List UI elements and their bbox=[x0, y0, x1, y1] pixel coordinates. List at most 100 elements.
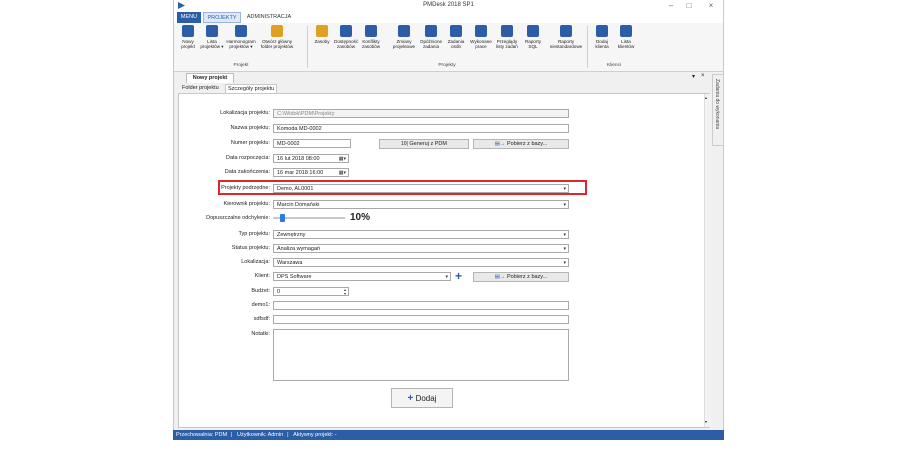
tab-administracja[interactable]: ADMINISTRACJA bbox=[244, 12, 294, 23]
status-bar: Przechowalnia: PDM | Użytkownik: Admin | A… bbox=[173, 430, 724, 440]
availability-icon bbox=[340, 25, 352, 37]
vertical-scrollbar[interactable]: ▴ ▾ bbox=[704, 94, 711, 427]
odchylenie-slider-thumb[interactable] bbox=[280, 214, 285, 222]
label-dopuszczalne-odchylenie: Dopuszczalne odchylenie: bbox=[206, 215, 270, 221]
klient-select[interactable]: DPS Software ▾ bbox=[273, 272, 451, 281]
sql-report-icon bbox=[527, 25, 539, 37]
ribbon-button-2[interactable]: Harmonogram projektów ▾ bbox=[224, 25, 258, 49]
sub-tabs: Folder projektu Szczegóły projektu bbox=[178, 83, 709, 94]
lokalizacja-select[interactable]: Warszawa ▾ bbox=[273, 258, 569, 267]
project-details-panel: Lokalizacja projektu: C:\Widok\PDM\Proje… bbox=[178, 93, 711, 428]
ribbon-button-label: Raporty niestandardowe bbox=[549, 39, 583, 49]
status-uzytkownik: Użytkownik: Admin bbox=[237, 432, 284, 438]
app-window: PMDesk 2018 SP1 – □ × MENU PROJEKTY ADMI… bbox=[173, 0, 724, 440]
zadania-dock-label: Zadania do wykonania bbox=[714, 79, 720, 130]
list-icon bbox=[206, 25, 218, 37]
add-client-plus-icon[interactable]: + bbox=[455, 269, 462, 283]
maximize-button[interactable]: □ bbox=[682, 1, 696, 11]
label-budzet: Budżet: bbox=[251, 288, 270, 294]
ribbon-button-label: Konflikty zasobów bbox=[361, 39, 381, 49]
tab-close-icon[interactable]: × bbox=[701, 73, 705, 79]
label-notatki: Notatki: bbox=[251, 331, 270, 337]
notatki-textarea[interactable] bbox=[273, 329, 569, 381]
generuj-z-pdm-button[interactable]: 10| Generuj z PDM bbox=[379, 139, 469, 149]
data-zakonczenia-picker[interactable]: 16 mar 2018 16:00 ▦▾ bbox=[273, 168, 349, 177]
lokalizacja-projektu-field: C:\Widok\PDM\Projekty bbox=[273, 109, 569, 118]
database-icon: ▤→ bbox=[494, 274, 506, 280]
budzet-stepper[interactable]: 0 ▴ ▾ bbox=[273, 287, 349, 296]
calendar-dropdown-icon[interactable]: ▦▾ bbox=[339, 169, 346, 177]
label-kierownik-projektu: Kierownik projektu: bbox=[223, 201, 270, 207]
ribbon-button-label: Dodaj klienta bbox=[595, 39, 609, 49]
sdfsdf-input[interactable] bbox=[273, 315, 569, 324]
close-button[interactable]: × bbox=[704, 1, 718, 11]
tab-menu[interactable]: MENU bbox=[177, 12, 201, 23]
label-data-rozpoczecia: Data rozpoczęcia: bbox=[225, 155, 270, 161]
odchylenie-slider-track[interactable] bbox=[273, 214, 345, 222]
ribbon-button-6[interactable]: Konflikty zasobów bbox=[358, 25, 384, 49]
tab-menu-arrow-icon[interactable]: ▾ bbox=[692, 73, 695, 80]
kierownik-projektu-select[interactable]: Marcin Domański ▾ bbox=[273, 200, 569, 209]
tab-projekty[interactable]: PROJEKTY bbox=[203, 12, 241, 23]
tab-folder-projektu[interactable]: Folder projektu bbox=[180, 84, 221, 93]
scroll-up-icon[interactable]: ▴ bbox=[705, 95, 707, 100]
ribbon-button-11[interactable]: Przeglądy listy zadań bbox=[494, 25, 520, 49]
stepper-arrows-icon[interactable]: ▴ ▾ bbox=[344, 288, 346, 296]
dodaj-button[interactable]: + Dodaj bbox=[391, 388, 453, 408]
ribbon-button-7[interactable]: Zmiany projektowe bbox=[390, 25, 418, 49]
ribbon-button-12[interactable]: Raporty SQL bbox=[520, 25, 546, 49]
demo1-input[interactable] bbox=[273, 301, 569, 310]
ribbon-button-1[interactable]: Lista projektów ▾ bbox=[200, 25, 224, 49]
highlight-box bbox=[218, 180, 587, 195]
ribbon-group-label: Projekty bbox=[438, 63, 456, 68]
label-numer-projektu: Numer projektu: bbox=[230, 140, 270, 146]
ribbon-group-label: Klienci bbox=[606, 63, 622, 68]
status-projektu-select[interactable]: Analiza wymagań ▾ bbox=[273, 244, 569, 253]
ribbon-button-15[interactable]: Lista klientów bbox=[614, 25, 638, 49]
ribbon-button-14[interactable]: Dodaj klienta bbox=[590, 25, 614, 49]
scroll-down-icon[interactable]: ▾ bbox=[705, 419, 707, 424]
add-client-icon bbox=[596, 25, 608, 37]
pobierz-label: Pobierz z bazy... bbox=[506, 141, 548, 147]
label-demo1: demo1: bbox=[251, 302, 270, 308]
typ-projektu-select[interactable]: Zewnętrzny ▾ bbox=[273, 230, 569, 239]
ribbon-button-10[interactable]: Wykonane prace bbox=[468, 25, 494, 49]
label-klient: Klient: bbox=[254, 273, 270, 279]
chevron-down-icon: ▾ bbox=[563, 246, 566, 252]
ribbon-group-label: Projekt bbox=[233, 63, 249, 68]
changes-icon bbox=[398, 25, 410, 37]
ribbon-button-3[interactable]: Otwórz główny folder projektów bbox=[258, 25, 296, 49]
label-lokalizacja: Lokalizacja: bbox=[241, 259, 270, 265]
ribbon-button-5[interactable]: Dostępność zasobów bbox=[334, 25, 358, 49]
pobierz-z-bazy-button[interactable]: ▤→ Pobierz z bazy... bbox=[473, 139, 569, 149]
status-aktywny-projekt: Aktywny projekt: - bbox=[293, 432, 337, 438]
folder-icon bbox=[271, 25, 283, 37]
done-icon bbox=[475, 25, 487, 37]
minimize-button[interactable]: – bbox=[664, 1, 678, 11]
budzet-value: 0 bbox=[277, 289, 281, 295]
tab-nowy-projekt[interactable]: Nowy projekt bbox=[186, 73, 234, 83]
ribbon-button-label: Opóźnione zadania bbox=[419, 39, 443, 49]
ribbon-button-label: Zmiany projektowe bbox=[392, 39, 416, 49]
ribbon-button-8[interactable]: Opóźnione zadania bbox=[418, 25, 444, 49]
label-data-zakonczenia: Data zakończenia: bbox=[224, 169, 270, 175]
zadania-dock-tab[interactable]: Zadania do wykonania bbox=[712, 74, 724, 146]
ribbon-button-13[interactable]: Raporty niestandardowe bbox=[546, 25, 586, 49]
numer-projektu-input[interactable]: MD-0002 bbox=[273, 139, 351, 148]
ribbon-button-0[interactable]: Nowy projekt bbox=[176, 25, 200, 49]
document-tabs: Nowy projekt ▾ × bbox=[178, 73, 708, 83]
klient-value: DPS Software bbox=[277, 274, 312, 280]
kierownik-value: Marcin Domański bbox=[277, 202, 320, 208]
label-lokalizacja-projektu: Lokalizacja projektu: bbox=[220, 110, 270, 116]
calendar-dropdown-icon[interactable]: ▦▾ bbox=[339, 155, 346, 163]
generate-icon: 10| bbox=[400, 141, 408, 147]
ribbon-button-label: Lista projektów ▾ bbox=[200, 39, 224, 49]
ribbon-button-4[interactable]: Zasoby bbox=[310, 25, 334, 44]
pobierz-z-bazy-klient-button[interactable]: ▤→ Pobierz z bazy... bbox=[473, 272, 569, 282]
ribbon-button-label: Lista klientów bbox=[617, 39, 635, 49]
label-sdfsdf: sdfsdf: bbox=[253, 316, 270, 322]
data-rozpoczecia-picker[interactable]: 16 lut 2018 08:00 ▦▾ bbox=[273, 154, 349, 163]
ribbon-button-9[interactable]: Zadania osób bbox=[444, 25, 468, 49]
nazwa-projektu-input[interactable]: Komoda MD-0002 bbox=[273, 124, 569, 133]
new-project-icon bbox=[182, 25, 194, 37]
